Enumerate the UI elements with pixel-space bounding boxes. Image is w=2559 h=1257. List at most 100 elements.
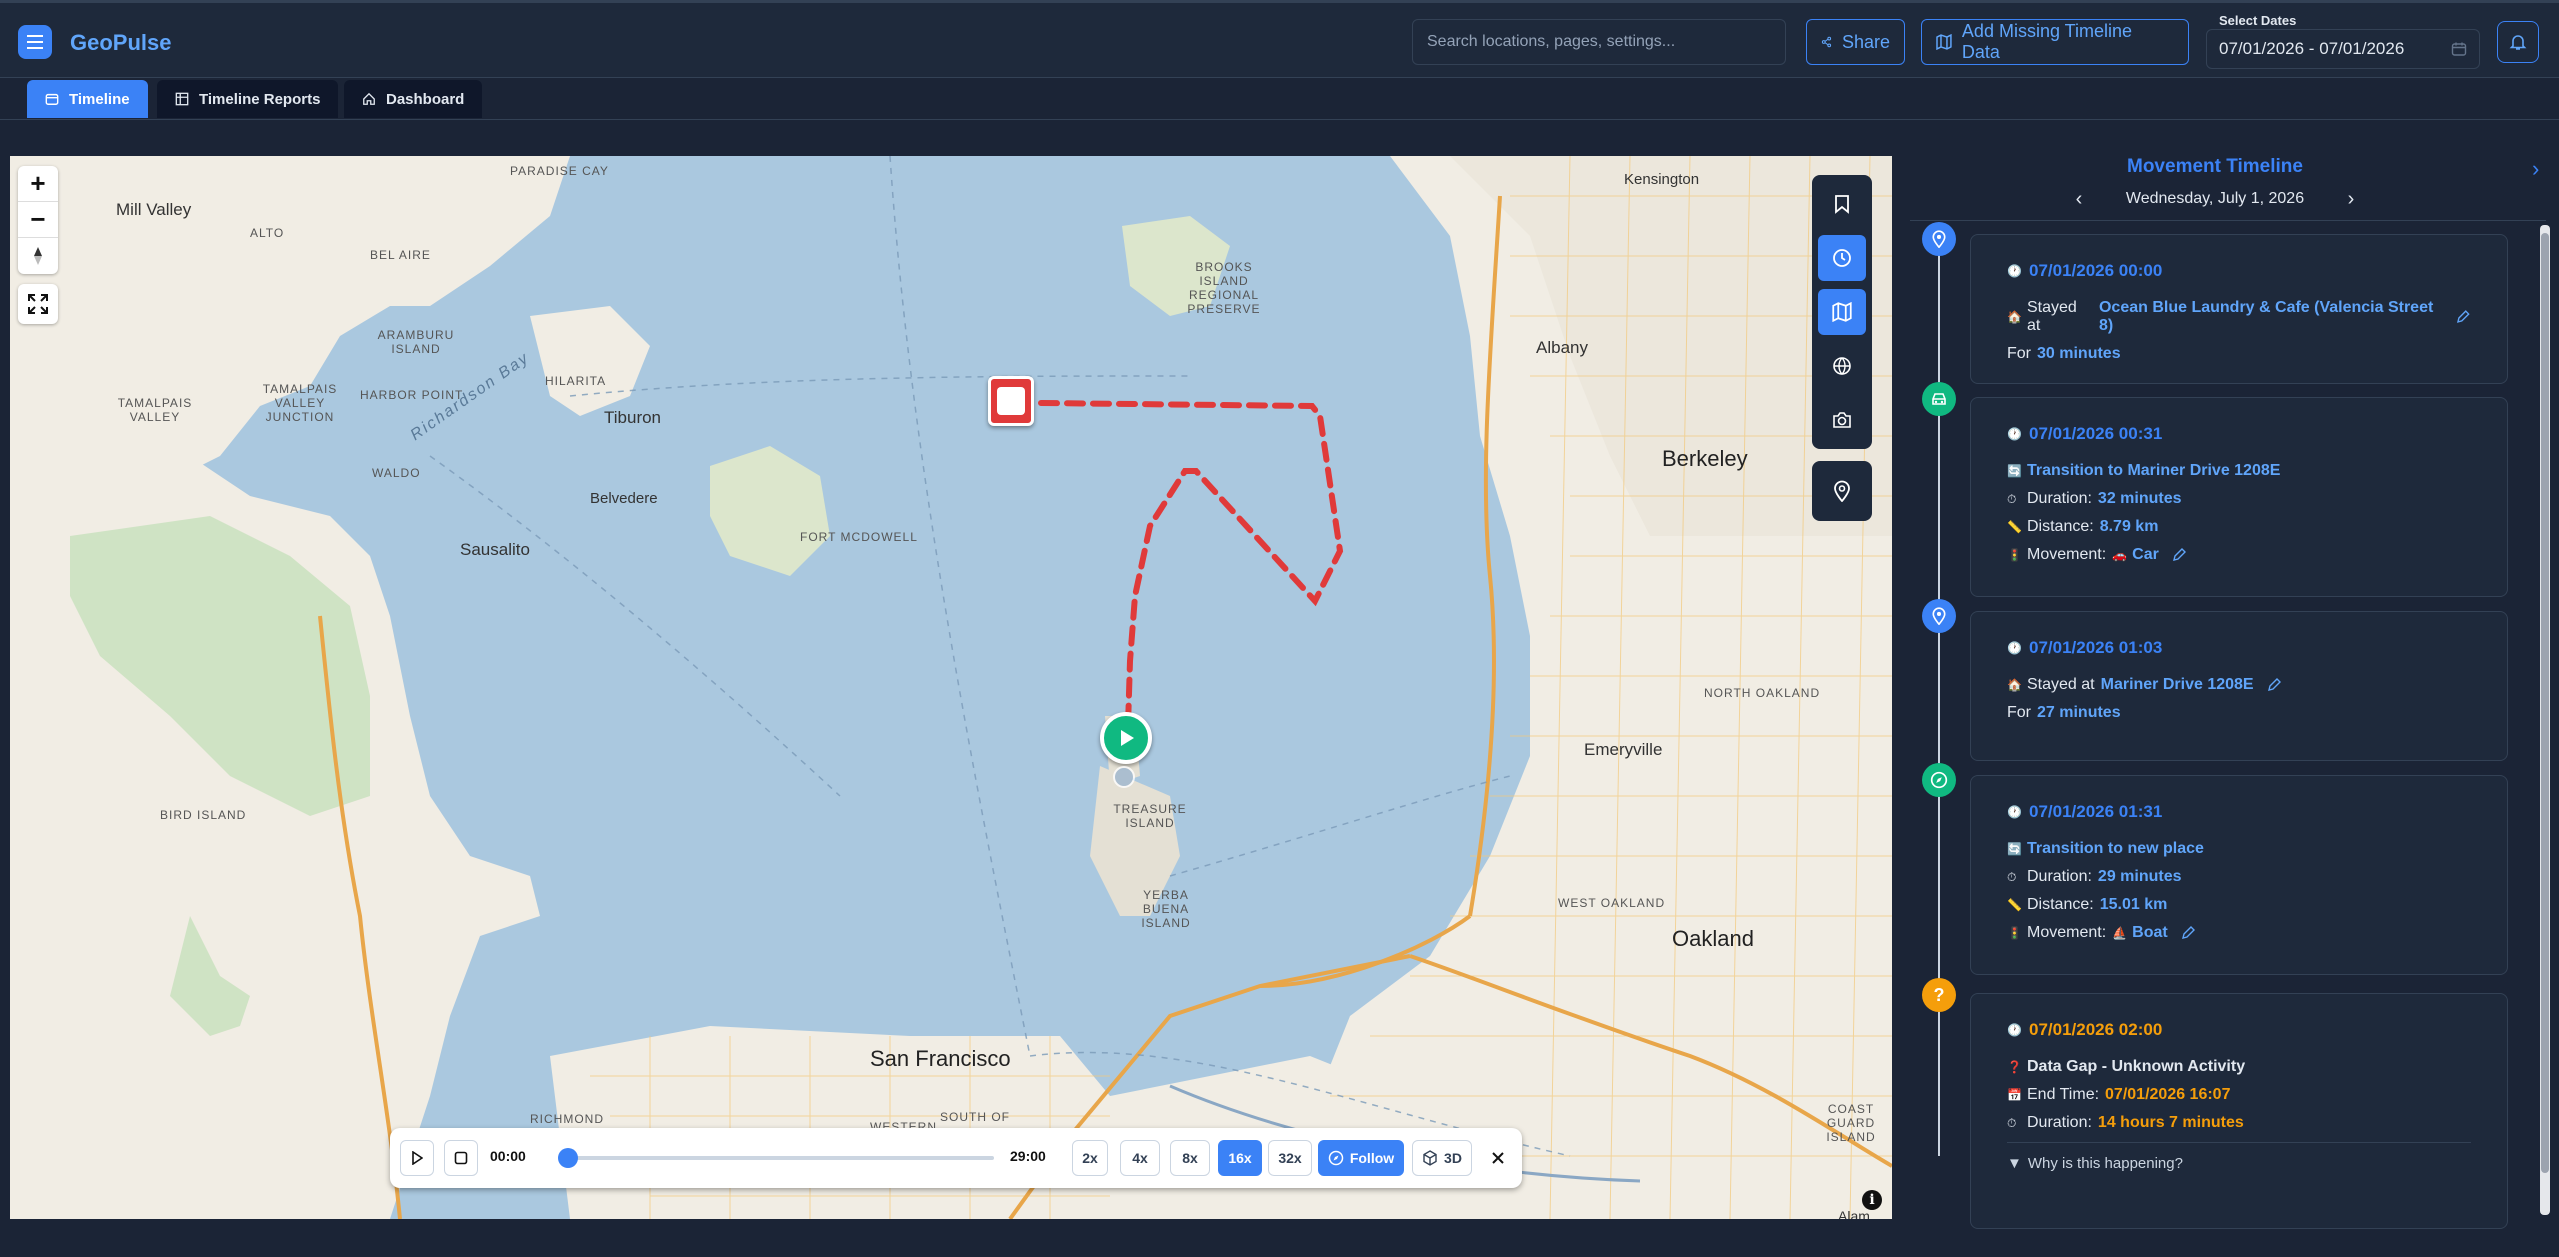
speed-2x-button[interactable]: 2x: [1072, 1140, 1108, 1176]
timeline-card-stay[interactable]: 🕐 07/01/2026 00:00 🏠 Stayed at Ocean Blue L…: [1970, 234, 2508, 384]
clock-icon: 🕐: [2007, 805, 2022, 819]
trip-movement: Car: [2132, 546, 2159, 563]
ruler-icon: 📏: [2007, 898, 2022, 912]
timeline-connector: [1938, 236, 1940, 1156]
why-toggle[interactable]: ▼ Why is this happening?: [2007, 1155, 2471, 1172]
menu-icon: [27, 35, 43, 49]
car-icon: 🚗: [2112, 548, 2128, 562]
compass-icon: [1328, 1150, 1344, 1166]
stay-place-link[interactable]: Ocean Blue Laundry & Cafe (Valencia Stre…: [2099, 299, 2443, 335]
stay-place-link[interactable]: Mariner Drive 1208E: [2101, 676, 2254, 694]
map-layer-tools: [1812, 175, 1872, 449]
date-range-label: Select Dates: [2219, 13, 2297, 28]
playback-current-time: 00:00: [490, 1148, 526, 1164]
speed-32x-button[interactable]: 32x: [1268, 1140, 1312, 1176]
tab-dashboard[interactable]: Dashboard: [344, 80, 483, 118]
divider: [2007, 1142, 2471, 1143]
share-label: Share: [1841, 31, 1890, 52]
why-label: Why is this happening?: [2027, 1155, 2183, 1172]
trip-marker: [1922, 382, 1956, 416]
next-day-button[interactable]: ›: [2338, 186, 2364, 212]
stop-icon: [454, 1151, 468, 1165]
stay-duration: 30 minutes: [2037, 345, 2121, 362]
distance-label: Distance:: [2027, 896, 2094, 913]
camera-tool[interactable]: [1818, 397, 1866, 443]
gap-title: Data Gap - Unknown Activity: [2027, 1058, 2246, 1075]
tab-timeline[interactable]: Timeline: [27, 80, 148, 118]
play-icon: [1121, 730, 1134, 746]
3d-button[interactable]: 3D: [1412, 1140, 1472, 1176]
play-button[interactable]: [400, 1140, 434, 1176]
compass-button[interactable]: [18, 238, 58, 274]
tab-label: Dashboard: [386, 90, 465, 108]
attribution-info-icon[interactable]: i: [1862, 1190, 1882, 1210]
menu-button[interactable]: [18, 25, 52, 59]
edit-icon[interactable]: [2171, 547, 2187, 563]
play-icon: [412, 1151, 423, 1165]
bookmark-tool[interactable]: [1818, 181, 1866, 227]
follow-button[interactable]: Follow: [1318, 1140, 1404, 1176]
timeline-layer-tool[interactable]: [1818, 235, 1866, 281]
speed-16x-button[interactable]: 16x: [1218, 1140, 1262, 1176]
traffic-light-icon: 🚦: [2007, 548, 2022, 562]
ruler-icon: 📏: [2007, 520, 2022, 534]
collapse-panel-button[interactable]: ›: [2532, 156, 2539, 182]
map-pin-icon: [1932, 607, 1946, 625]
fullscreen-button[interactable]: [18, 284, 58, 324]
timeline-card-trip[interactable]: 🕐 07/01/2026 00:31 🔄 Transition to Mariner…: [1970, 397, 2508, 597]
speed-4x-button[interactable]: 4x: [1120, 1140, 1160, 1176]
panel-title: Movement Timeline: [2127, 156, 2303, 177]
timeline-card-gap[interactable]: 🕐 07/01/2026 02:00 ❓ Data Gap - Unknown Ac…: [1970, 993, 2508, 1229]
search-input[interactable]: Search locations, pages, settings...: [1412, 19, 1786, 65]
trip-duration: 29 minutes: [2097, 868, 2182, 885]
calendar-icon: 📅: [2007, 1088, 2022, 1102]
compass-icon: [1930, 771, 1948, 789]
route-start-marker[interactable]: [1100, 712, 1152, 764]
location-tool[interactable]: [1812, 461, 1872, 521]
timer-icon: ⏱: [2007, 491, 2017, 506]
clock-icon: 🕐: [2007, 641, 2022, 655]
playback-end-time: 29:00: [1010, 1148, 1046, 1164]
zoom-out-button[interactable]: −: [18, 202, 58, 238]
globe-icon: [1833, 357, 1851, 375]
route-end-marker[interactable]: [988, 376, 1034, 426]
playback-slider-handle[interactable]: [558, 1148, 578, 1168]
timer-icon: ⏱: [2007, 1115, 2017, 1130]
gap-end-time: 07/01/2026 16:07: [2105, 1086, 2231, 1103]
stay-prefix: Stayed at: [2027, 299, 2077, 334]
edit-icon[interactable]: [2455, 309, 2471, 325]
app-title[interactable]: GeoPulse: [70, 30, 171, 56]
card-time: 07/01/2026 00:00: [2029, 261, 2163, 280]
close-icon: [1492, 1152, 1504, 1164]
3d-label: 3D: [1444, 1150, 1462, 1166]
route-path: [1038, 400, 1344, 729]
trip-title: Transition to Mariner Drive 1208E: [2027, 462, 2281, 479]
location-pin-icon: [1113, 766, 1135, 788]
camera-icon: [1833, 412, 1851, 428]
edit-icon[interactable]: [2180, 925, 2196, 941]
map-view[interactable]: Mill Valley ALTO BEL AIRE ARAMBURU ISLAN…: [10, 156, 1892, 1219]
zoom-in-button[interactable]: +: [18, 166, 58, 202]
stop-button[interactable]: [444, 1140, 478, 1176]
share-button[interactable]: Share: [1806, 19, 1905, 65]
tab-timeline-reports[interactable]: Timeline Reports: [157, 80, 339, 118]
chevron-right-icon: ›: [2347, 187, 2355, 210]
edit-icon[interactable]: [2266, 677, 2282, 693]
notifications-button[interactable]: [2497, 21, 2539, 63]
date-range-input[interactable]: 07/01/2026 - 07/01/2026: [2206, 29, 2480, 69]
panel-scrollbar[interactable]: [2540, 225, 2550, 1215]
add-missing-data-button[interactable]: Add Missing Timeline Data: [1921, 19, 2189, 65]
globe-tool[interactable]: [1818, 343, 1866, 389]
playback-slider[interactable]: [558, 1148, 994, 1168]
clock-icon: 🕐: [2007, 264, 2022, 278]
triangle-down-icon: ▼: [2007, 1155, 2022, 1172]
calendar-icon: [45, 93, 59, 105]
timeline-card-trip[interactable]: 🕐 07/01/2026 01:31 🔄 Transition to new pla…: [1970, 775, 2508, 975]
map-layer-tool[interactable]: [1818, 289, 1866, 335]
route-layer: [1038, 400, 1344, 729]
scrollbar-thumb[interactable]: [2541, 233, 2549, 1173]
movement-timeline-panel: Movement Timeline › ‹ Wednesday, July 1,…: [1910, 148, 2550, 1229]
speed-8x-button[interactable]: 8x: [1170, 1140, 1210, 1176]
close-playback-button[interactable]: [1482, 1140, 1514, 1176]
timeline-card-stay[interactable]: 🕐 07/01/2026 01:03 🏠 Stayed at Mariner Driv…: [1970, 611, 2508, 761]
